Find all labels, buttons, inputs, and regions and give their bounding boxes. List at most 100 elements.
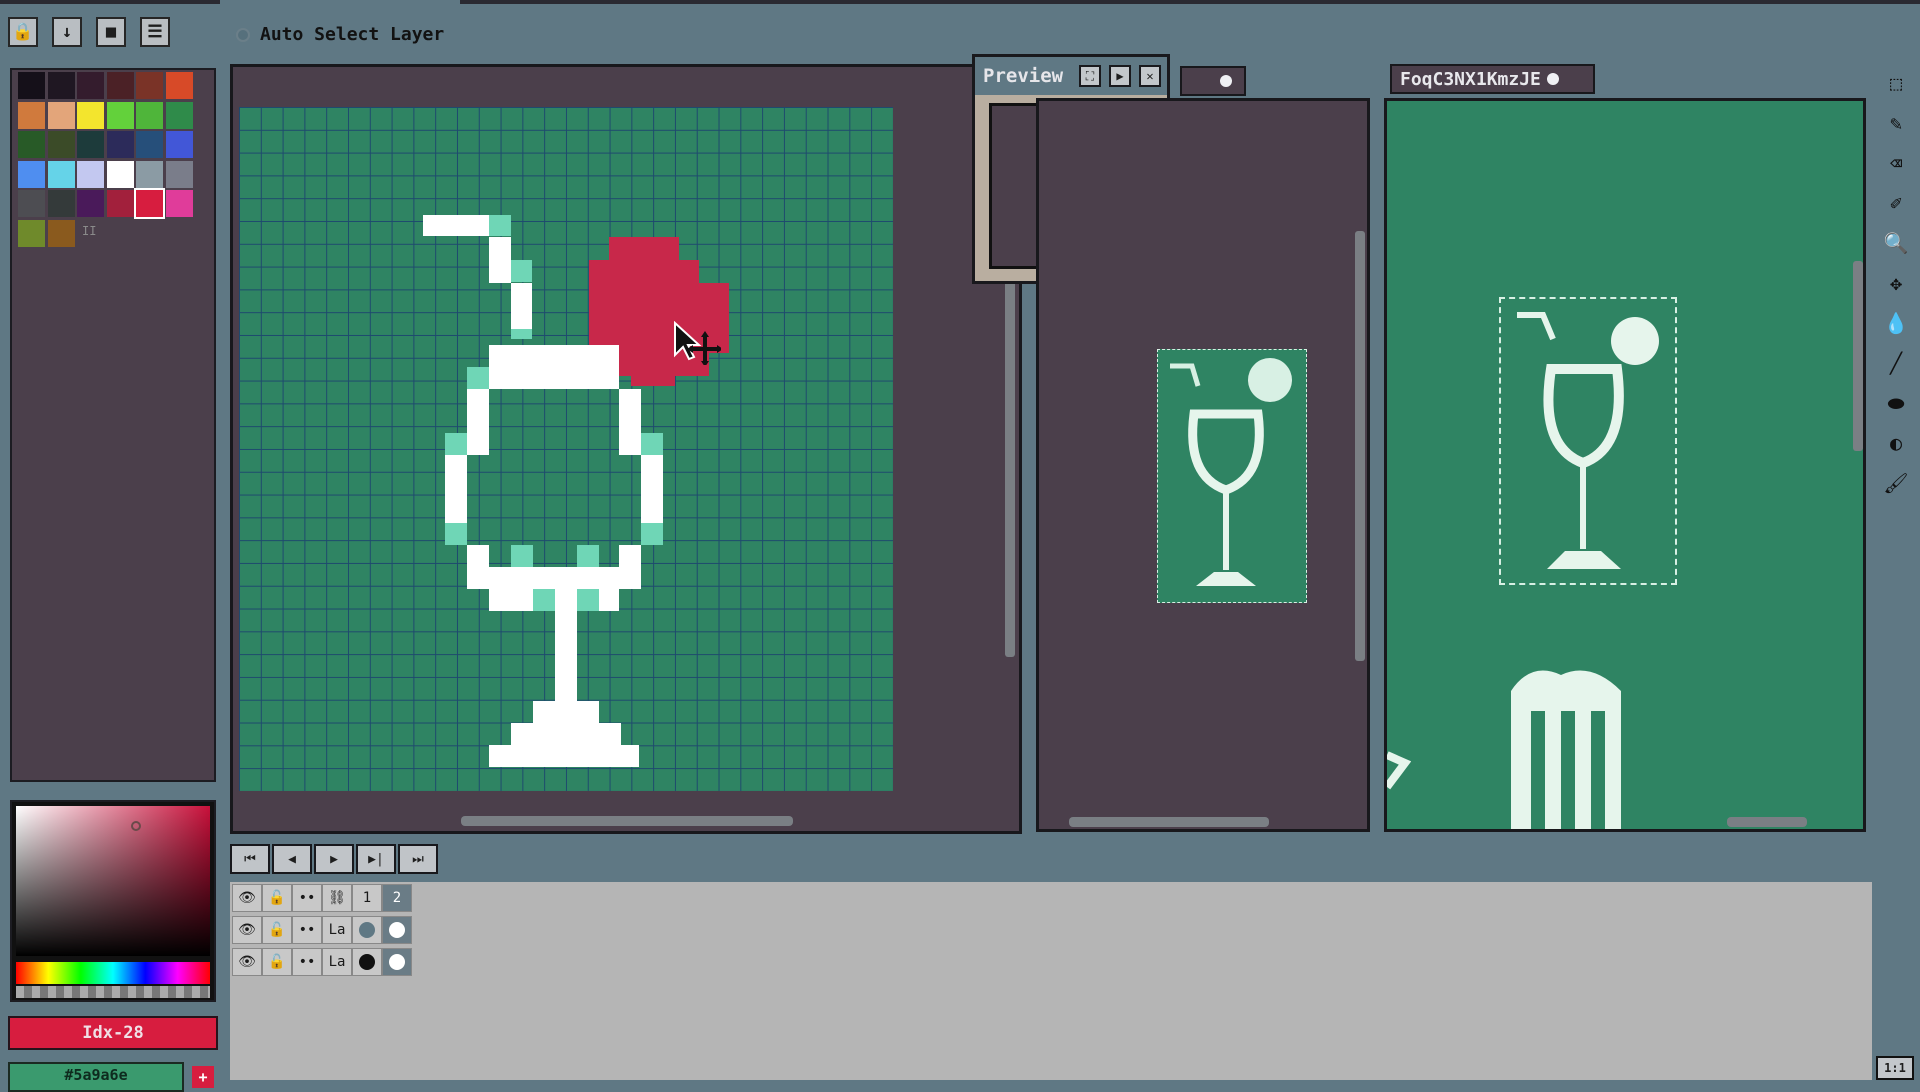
doc2-canvas[interactable] — [1036, 98, 1370, 832]
canvas-horizontal-scrollbar[interactable] — [461, 816, 793, 826]
palette-swatch[interactable] — [47, 219, 75, 247]
alpha-slider[interactable] — [16, 986, 210, 998]
link-icon[interactable]: ⛓ — [322, 884, 352, 912]
cel-filled[interactable] — [382, 916, 412, 944]
palette-swatch[interactable] — [136, 101, 163, 129]
doc2-horizontal-scrollbar[interactable] — [1069, 817, 1269, 827]
eye-icon[interactable]: 👁 — [232, 916, 262, 944]
palette-swatch[interactable] — [77, 190, 104, 217]
next-frame-button[interactable]: ▶| — [356, 844, 396, 874]
download-button[interactable]: ↓ — [52, 17, 82, 47]
cel-filled[interactable] — [382, 948, 412, 976]
palette-swatch[interactable] — [77, 160, 104, 188]
doc3-canvas[interactable] — [1384, 98, 1866, 832]
play-icon: ▶ — [1116, 69, 1124, 83]
lock-button[interactable]: 🔒 — [8, 17, 38, 47]
palette-swatch[interactable] — [47, 72, 75, 99]
hex-color-field[interactable]: #5a9a6e — [8, 1062, 184, 1092]
sprite-editor-canvas[interactable] — [230, 64, 1022, 834]
frame-header-2[interactable]: 2 — [382, 884, 412, 912]
previous-frame-button[interactable]: ◀ — [272, 844, 312, 874]
add-color-button[interactable]: + — [192, 1066, 214, 1088]
eye-icon[interactable]: 👁 — [232, 948, 262, 976]
marquee-tool[interactable]: ⬚ — [1878, 66, 1914, 100]
palette-swatch[interactable] — [47, 160, 75, 188]
doc2-tab[interactable] — [1180, 66, 1246, 96]
palette-swatch[interactable] — [77, 101, 104, 129]
layer-name[interactable]: La — [322, 948, 352, 976]
palette-swatch[interactable] — [106, 72, 134, 99]
preview-header[interactable]: Preview ⛶ ▶ ✕ — [975, 57, 1167, 95]
palette-swatch[interactable] — [106, 131, 134, 158]
eyedropper-tool[interactable]: ✐ — [1878, 186, 1914, 220]
auto-select-layer-option[interactable]: Auto Select Layer — [236, 24, 444, 45]
palette-swatch[interactable] — [165, 101, 193, 129]
palette-swatch[interactable] — [136, 131, 163, 158]
move-tool[interactable]: ✥ — [1878, 266, 1914, 300]
layer-name[interactable]: La — [322, 916, 352, 944]
play-button[interactable]: ▶ — [314, 844, 354, 874]
doc3-horizontal-scrollbar[interactable] — [1727, 817, 1807, 827]
palette-swatch[interactable] — [18, 160, 45, 188]
palette-swatch[interactable] — [18, 72, 45, 99]
picker-handle[interactable] — [131, 821, 141, 831]
brush-tool[interactable]: 🖌 — [1878, 466, 1914, 500]
fill-tool[interactable]: 💧 — [1878, 306, 1914, 340]
pencil-tool[interactable]: ✎ — [1878, 106, 1914, 140]
color-index-button[interactable]: Idx-28 — [8, 1016, 218, 1050]
frame-header-1[interactable]: 1 — [352, 884, 382, 912]
doc3-vertical-scrollbar[interactable] — [1853, 261, 1863, 451]
palette-swatch[interactable] — [18, 190, 45, 217]
palette-swatch[interactable] — [18, 219, 45, 247]
palette-swatch[interactable] — [165, 160, 193, 188]
first-frame-button[interactable]: ⏮ — [230, 844, 270, 874]
palette-swatch[interactable] — [106, 160, 134, 188]
cel-empty[interactable] — [352, 916, 382, 944]
palette-swatch[interactable] — [106, 190, 134, 217]
palette-swatch[interactable] — [77, 131, 104, 158]
zoom-one-to-one-button[interactable]: 1:1 — [1876, 1056, 1914, 1080]
lock-icon[interactable]: 🔓 — [262, 916, 292, 944]
palette-swatch[interactable] — [18, 131, 45, 158]
eraser-tool[interactable]: ⌫ — [1878, 146, 1914, 180]
cel-filled[interactable] — [352, 948, 382, 976]
pixel-grid[interactable] — [239, 107, 893, 791]
palette-swatch[interactable] — [47, 190, 75, 217]
palette-swatch[interactable] — [18, 101, 45, 129]
stop-button[interactable]: ■ — [96, 17, 126, 47]
palette-swatch[interactable] — [165, 131, 193, 158]
layer-row[interactable]: 👁 🔓 •• La — [232, 916, 412, 944]
palette-swatch[interactable] — [136, 160, 163, 188]
auto-select-checkbox[interactable] — [236, 27, 250, 42]
line-tool[interactable]: ╱ — [1878, 346, 1914, 380]
hue-slider[interactable] — [16, 962, 210, 984]
palette-swatch[interactable] — [136, 72, 163, 99]
palette-swatch[interactable] — [47, 131, 75, 158]
palette-swatch[interactable] — [106, 101, 134, 129]
doc3-tab[interactable]: FoqC3NX1KmzJE — [1390, 64, 1595, 94]
palette-swatch[interactable] — [77, 72, 104, 99]
onion-skin-icon[interactable]: •• — [292, 948, 322, 976]
onion-skin-icon[interactable]: •• — [292, 884, 322, 912]
preview-expand-button[interactable]: ⛶ — [1079, 65, 1101, 87]
doc2-vertical-scrollbar[interactable] — [1355, 231, 1365, 661]
color-picker[interactable] — [10, 800, 216, 1002]
zoom-tool[interactable]: 🔍 — [1878, 226, 1914, 260]
palette-swatch[interactable] — [134, 188, 165, 219]
last-frame-button[interactable]: ⏭ — [398, 844, 438, 874]
layer-row[interactable]: 👁 🔓 •• La — [232, 948, 412, 976]
lock-icon[interactable]: 🔓 — [262, 884, 292, 912]
lock-icon[interactable]: 🔓 — [262, 948, 292, 976]
saturation-value-field[interactable] — [16, 806, 210, 956]
palette-swatch[interactable] — [165, 72, 193, 99]
preview-close-button[interactable]: ✕ — [1139, 65, 1161, 87]
shading-tool[interactable]: ◐ — [1878, 426, 1914, 460]
palette-swatch[interactable] — [47, 101, 75, 129]
menu-button[interactable]: ☰ — [140, 17, 170, 47]
palette-swatch[interactable] — [165, 190, 193, 217]
selection-marquee[interactable] — [1499, 297, 1677, 585]
ellipse-tool[interactable]: ⬬ — [1878, 386, 1914, 420]
onion-skin-icon[interactable]: •• — [292, 916, 322, 944]
preview-play-button[interactable]: ▶ — [1109, 65, 1131, 87]
eye-icon[interactable]: 👁 — [232, 884, 262, 912]
